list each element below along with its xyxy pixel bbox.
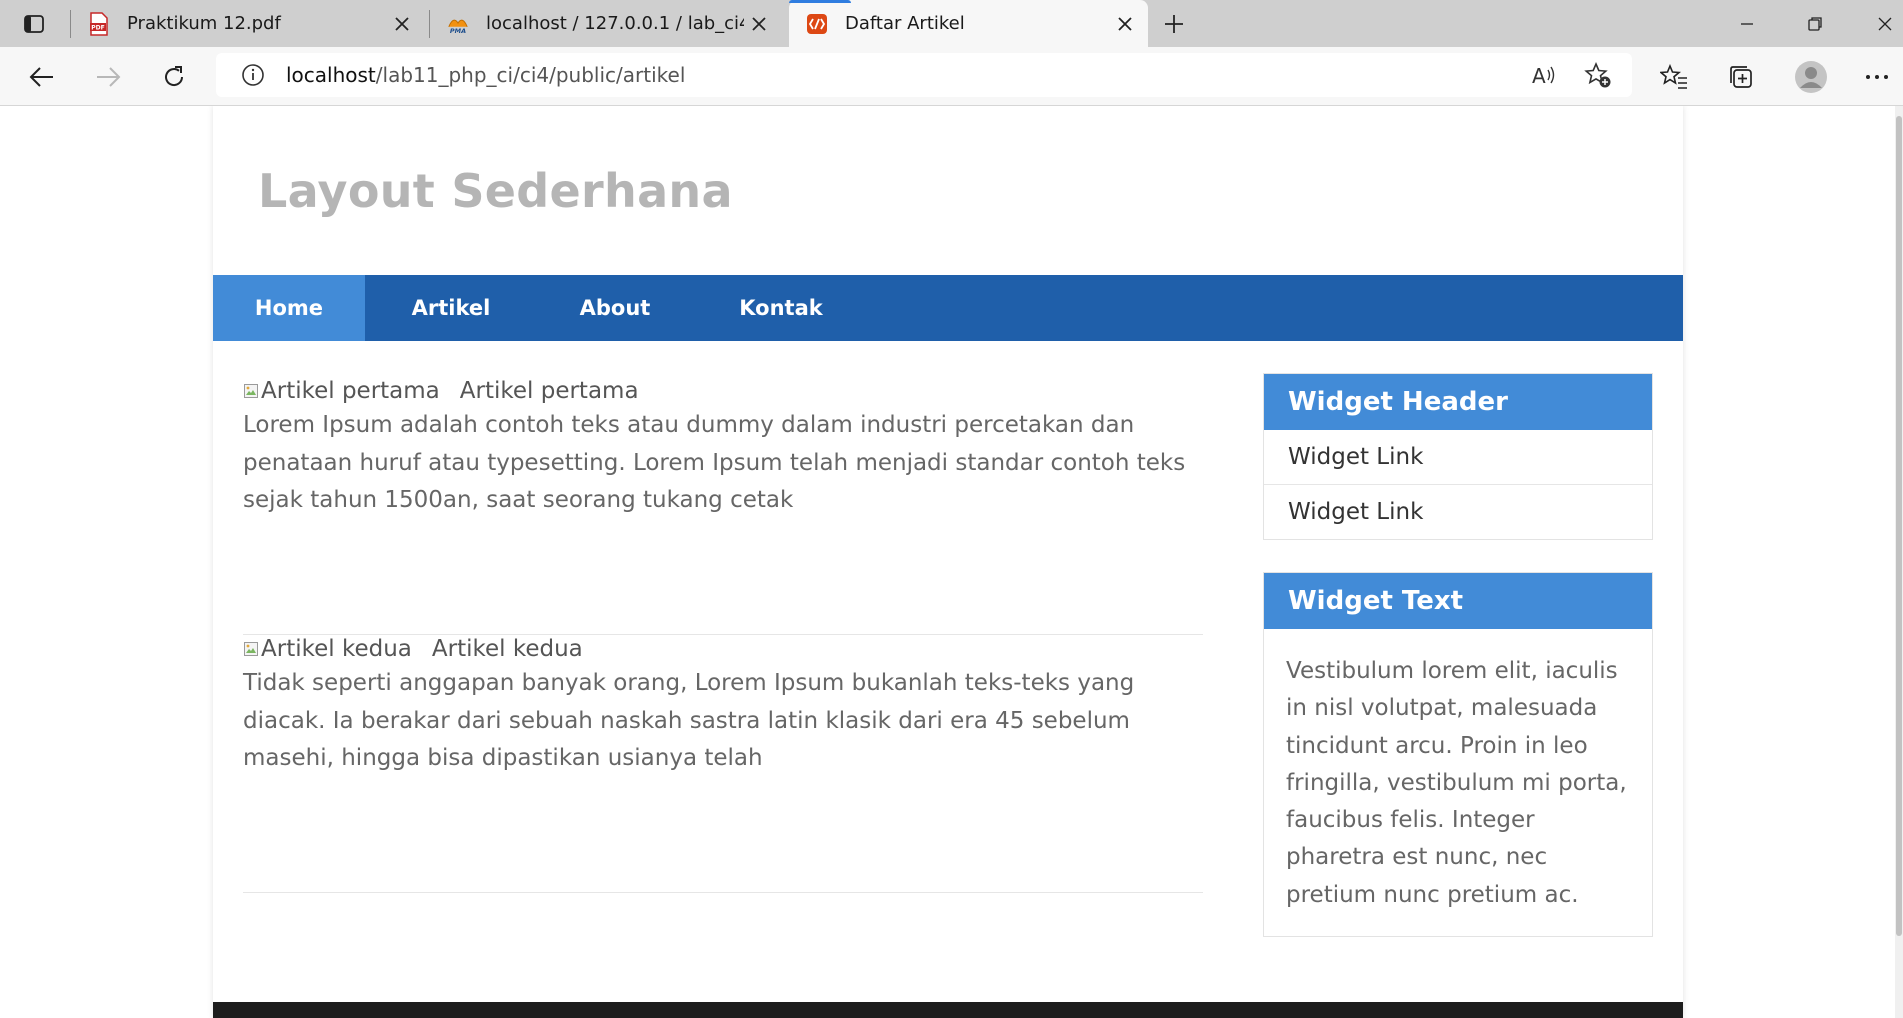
main-navbar: Home Artikel About Kontak	[213, 275, 1683, 341]
article-title-link[interactable]: Artikel pertama	[460, 376, 639, 406]
svg-text:PMA: PMA	[450, 27, 466, 35]
page-viewport: Layout Sederhana Home Artikel About Kont…	[0, 106, 1895, 1018]
address-bar[interactable]: localhost/lab11_php_ci/ci4/public/artike…	[216, 53, 1632, 97]
phpmyadmin-icon: PMA	[446, 12, 470, 36]
new-tab-icon[interactable]	[1158, 8, 1190, 40]
svg-text:A: A	[1532, 64, 1546, 86]
article-header: Artikel kedua Artikel kedua	[243, 634, 1203, 664]
widget-header: Widget Header	[1264, 374, 1652, 430]
tab-praktikum-pdf[interactable]: PDF Praktikum 12.pdf	[71, 0, 425, 47]
widget-text-body: Vestibulum lorem elit, iaculis in nisl v…	[1286, 658, 1627, 908]
article-item: Artikel kedua Artikel kedua Tidak sepert…	[243, 634, 1203, 893]
tab-title: localhost / 127.0.0.1 / lab_ci4 / artike…	[486, 13, 744, 34]
close-tab-icon[interactable]	[1110, 9, 1140, 39]
browser-tab-strip: PDF Praktikum 12.pdf PMA localhost / 127…	[0, 0, 1903, 47]
widget-link[interactable]: Widget Link	[1264, 485, 1652, 539]
codeigniter-icon	[805, 12, 829, 36]
nav-kontak[interactable]: Kontak	[693, 275, 869, 341]
tab-daftar-artikel[interactable]: Daftar Artikel	[789, 0, 1148, 47]
address-path: /lab11_php_ci/ci4/public/artikel	[375, 63, 686, 87]
tab-phpmyadmin[interactable]: PMA localhost / 127.0.0.1 / lab_ci4 / ar…	[430, 0, 788, 47]
restore-icon[interactable]	[1782, 0, 1848, 47]
tab-title: Daftar Artikel	[845, 13, 965, 34]
article-title-link[interactable]: Artikel kedua	[432, 634, 583, 664]
article-excerpt: Tidak seperti anggapan banyak orang, Lor…	[243, 670, 1135, 771]
footer	[213, 1002, 1683, 1018]
collections-icon[interactable]	[1724, 60, 1758, 94]
close-tab-icon[interactable]	[744, 9, 774, 39]
refresh-icon[interactable]	[157, 60, 191, 94]
tab-actions-icon[interactable]	[20, 11, 48, 37]
forward-icon[interactable]	[91, 60, 125, 94]
minimize-icon[interactable]	[1714, 0, 1780, 47]
broken-image-icon	[244, 642, 258, 656]
article-header: Artikel pertama Artikel pertama	[243, 376, 1203, 406]
nav-about[interactable]: About	[537, 275, 693, 341]
article-image-alt: Artikel pertama	[261, 378, 440, 404]
favorites-icon[interactable]	[1657, 60, 1691, 94]
nav-home[interactable]: Home	[213, 275, 365, 341]
tab-title: Praktikum 12.pdf	[127, 13, 281, 34]
site-info-icon[interactable]	[238, 60, 268, 90]
scrollbar-thumb[interactable]	[1896, 116, 1902, 936]
page-scrollbar[interactable]	[1895, 106, 1903, 1018]
article-item: Artikel pertama Artikel pertama Lorem Ip…	[243, 376, 1203, 635]
page-container: Layout Sederhana Home Artikel About Kont…	[213, 106, 1683, 1018]
widget-link[interactable]: Widget Link	[1264, 430, 1652, 485]
article-image: Artikel kedua	[243, 634, 412, 664]
broken-image-icon	[244, 384, 258, 398]
close-window-icon[interactable]	[1852, 0, 1903, 47]
close-tab-icon[interactable]	[387, 9, 417, 39]
article-image-alt: Artikel kedua	[261, 636, 412, 662]
back-icon[interactable]	[25, 60, 59, 94]
add-favorite-icon[interactable]	[1583, 60, 1613, 90]
address-host: localhost	[286, 63, 376, 87]
profile-avatar[interactable]	[1792, 58, 1830, 96]
sidebar: Widget Header Widget Link Widget Link Wi…	[1263, 373, 1653, 969]
article-list-2: Artikel kedua Artikel kedua Tidak sepert…	[243, 634, 1203, 893]
pdf-icon: PDF	[87, 11, 111, 36]
widget-links: Widget Header Widget Link Widget Link	[1263, 373, 1653, 540]
widget-header: Widget Text	[1264, 573, 1652, 629]
article-image: Artikel pertama	[243, 376, 440, 406]
read-aloud-icon[interactable]: A	[1529, 60, 1559, 90]
site-title: Layout Sederhana	[258, 164, 733, 218]
nav-artikel[interactable]: Artikel	[365, 275, 537, 341]
more-options-icon[interactable]	[1860, 60, 1894, 94]
article-excerpt: Lorem Ipsum adalah contoh teks atau dumm…	[243, 412, 1186, 513]
widget-text: Widget Text Vestibulum lorem elit, iacul…	[1263, 572, 1653, 938]
article-list: Artikel pertama Artikel pertama Lorem Ip…	[243, 376, 1203, 635]
browser-toolbar: localhost/lab11_php_ci/ci4/public/artike…	[0, 47, 1903, 106]
svg-text:PDF: PDF	[91, 24, 104, 31]
